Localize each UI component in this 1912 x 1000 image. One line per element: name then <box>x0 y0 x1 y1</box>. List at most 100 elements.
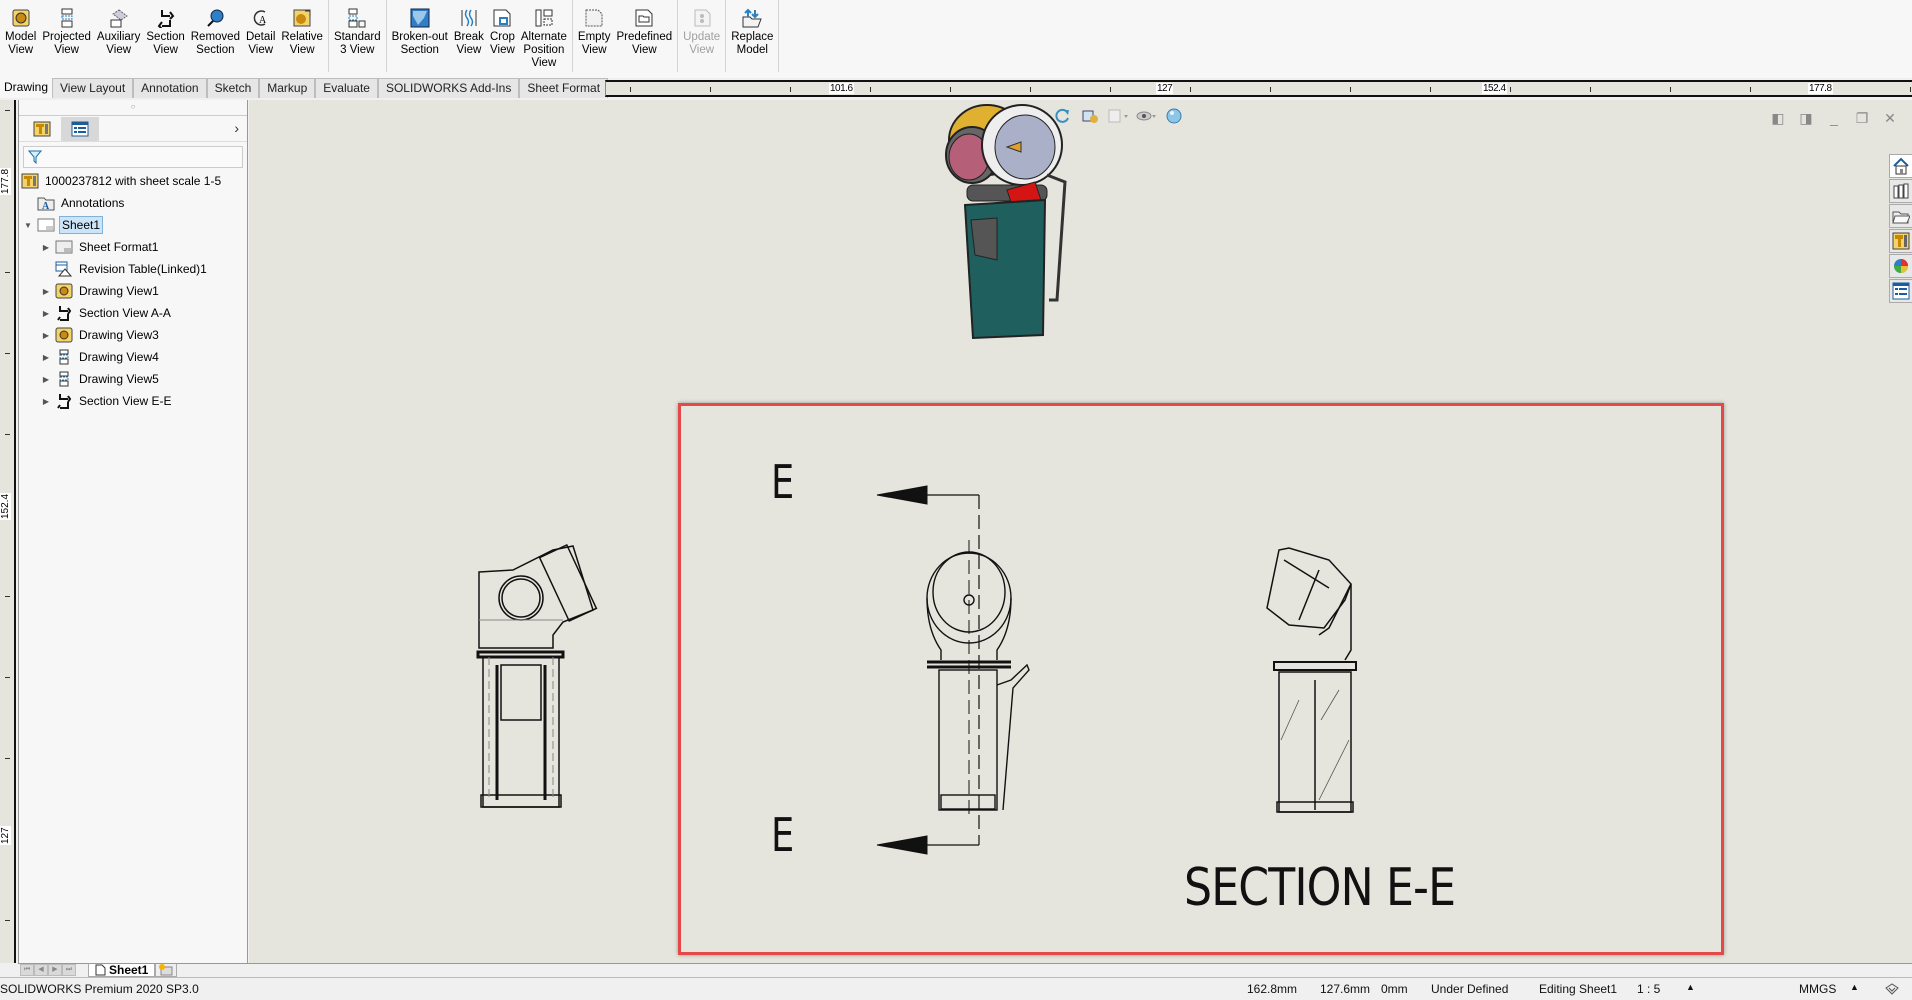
projected-view-button[interactable]: Projected View <box>39 0 94 72</box>
drawing-view-icon <box>55 326 73 344</box>
sheet-tab-bar: ⏮ ◀ ▶ ⏭ Sheet1 <box>18 962 1912 977</box>
drawing-canvas[interactable]: ◧ ◨ _ ❐ ✕ E E SECTION E-E <box>249 100 1912 963</box>
tree-item-drawing-view4[interactable]: ▶ Drawing View4 <box>19 346 247 368</box>
replace-model-button[interactable]: Replace Model <box>728 0 776 72</box>
folder-icon <box>1892 211 1910 224</box>
predefined-view-button[interactable]: Predefined View <box>614 0 676 72</box>
minimize-icon[interactable]: _ <box>1826 110 1842 126</box>
file-explorer-tab[interactable] <box>1889 204 1912 228</box>
standard-3-view-button[interactable]: Standard 3 View <box>331 0 384 72</box>
units-up-arrow-icon[interactable]: ▲ <box>1850 982 1859 992</box>
removed-section-button[interactable]: Removed Section <box>188 0 243 72</box>
expand-arrow-icon[interactable]: ▶ <box>41 397 51 406</box>
add-sheet-button[interactable] <box>155 963 178 977</box>
button-label-line: View <box>8 44 34 56</box>
expand-arrow-icon[interactable]: ▶ <box>41 353 51 362</box>
tab-view-layout[interactable]: View Layout <box>52 78 134 98</box>
solidworks-window: Model View Projected View Auxiliary View Secti… <box>0 0 1912 1000</box>
rebuild-status-icon[interactable] <box>1884 982 1900 999</box>
previous-sheet-button[interactable]: ◀ <box>34 964 48 976</box>
first-sheet-button[interactable]: ⏮ <box>20 964 34 976</box>
tree-root-drawing[interactable]: 1000237812 with sheet scale 1-5 <box>19 170 247 192</box>
auxiliary-view-icon <box>109 8 129 28</box>
cursor-y: 127.6mm <box>1320 982 1371 996</box>
auxiliary-view-button[interactable]: Auxiliary View <box>94 0 143 72</box>
section-view-e-e[interactable] <box>1259 540 1389 820</box>
solidworks-resources-tab[interactable] <box>1889 154 1912 178</box>
panel-grip[interactable]: ○ <box>19 100 247 116</box>
sheet-tab-sheet1[interactable]: Sheet1 <box>88 962 156 977</box>
panel-expand-chevron-icon[interactable]: › <box>234 120 239 136</box>
button-label-line: Break <box>453 31 484 43</box>
tree-item-revision-table-linked-1[interactable]: Revision Table(Linked)1 <box>19 258 247 280</box>
next-sheet-button[interactable]: ▶ <box>48 964 62 976</box>
ruler-label: 152.4 <box>0 492 11 520</box>
tree-item-drawing-view3[interactable]: ▶ Drawing View3 <box>19 324 247 346</box>
ruler-tick <box>1030 87 1031 92</box>
drawing-view-side[interactable] <box>473 540 603 820</box>
ruler-label: 127 <box>0 826 11 845</box>
sheet-tab-label: Sheet1 <box>109 962 149 977</box>
previous-document-icon[interactable]: ◧ <box>1770 110 1786 126</box>
tab-annotation[interactable]: Annotation <box>133 78 207 98</box>
unit-system[interactable]: MMGS <box>1799 982 1836 996</box>
drawing-view-front[interactable] <box>919 540 1059 820</box>
relative-view-button[interactable]: Relative View <box>278 0 326 72</box>
feature-manager-tab[interactable] <box>23 117 61 141</box>
tab-evaluate[interactable]: Evaluate <box>315 78 378 98</box>
document-window-controls: ◧ ◨ _ ❐ ✕ <box>1770 110 1898 127</box>
tree-item-annotations[interactable]: A Annotations <box>19 192 247 214</box>
next-document-icon[interactable]: ◨ <box>1798 110 1814 126</box>
tree-item-sheet-format1[interactable]: ▶ Sheet Format1 <box>19 236 247 258</box>
tab-markup[interactable]: Markup <box>259 78 316 98</box>
library-books-icon <box>1893 183 1909 199</box>
ribbon-group: Broken-out Section Break View Crop View Altern… <box>387 0 573 72</box>
tree-item-drawing-view5[interactable]: ▶ Drawing View5 <box>19 368 247 390</box>
sheet-scale[interactable]: 1 : 5 <box>1637 982 1660 996</box>
collapse-arrow-icon[interactable]: ▼ <box>23 221 33 230</box>
detail-view-button[interactable]: A Detail View <box>243 0 278 72</box>
tree-filter[interactable] <box>23 146 243 168</box>
design-library-tab[interactable] <box>1889 179 1912 203</box>
view-palette-tab[interactable] <box>1889 229 1912 253</box>
broken-out-section-button[interactable]: Broken-out Section <box>389 0 451 72</box>
update-view-button[interactable]: Update View <box>680 0 723 72</box>
last-sheet-button[interactable]: ⏭ <box>62 964 76 976</box>
drawing-view-isometric-model[interactable] <box>937 100 1087 340</box>
expand-arrow-icon[interactable]: ▶ <box>41 287 51 296</box>
ribbon-group: Standard 3 View <box>329 0 387 72</box>
ruler-tick <box>1190 87 1191 92</box>
broken-out-section-icon <box>410 8 430 28</box>
empty-view-button[interactable]: Empty View <box>575 0 614 72</box>
display-style-icon[interactable] <box>1107 105 1129 127</box>
appearances-tab[interactable] <box>1889 254 1912 278</box>
break-view-button[interactable]: Break View <box>451 0 487 72</box>
tree-item-section-view-e-e[interactable]: ▶ Section View E-E <box>19 390 247 412</box>
tab-sketch[interactable]: Sketch <box>206 78 260 98</box>
tree-item-sheet1[interactable]: ▼ Sheet1 <box>19 214 247 236</box>
custom-properties-tab[interactable] <box>1889 279 1912 303</box>
expand-arrow-icon[interactable]: ▶ <box>41 309 51 318</box>
ruler-tick <box>5 353 10 354</box>
view-setting-sphere-icon[interactable] <box>1163 105 1185 127</box>
expand-arrow-icon[interactable]: ▶ <box>41 375 51 384</box>
alternate-position-view-button[interactable]: Alternate Position View <box>518 0 570 72</box>
expand-arrow-icon[interactable]: ▶ <box>41 331 51 340</box>
crop-view-button[interactable]: Crop View <box>487 0 518 72</box>
command-manager-ribbon: Model View Projected View Auxiliary View Secti… <box>0 0 1912 78</box>
expand-arrow-icon[interactable]: ▶ <box>41 243 51 252</box>
tree-item-drawing-view1[interactable]: ▶ Drawing View1 <box>19 280 247 302</box>
sheet-icon <box>95 964 106 975</box>
tree-item-section-view-a-a[interactable]: ▶ Section View A-A <box>19 302 247 324</box>
section-view-button[interactable]: Section View <box>143 0 187 72</box>
property-manager-tab[interactable] <box>61 116 99 141</box>
tab-sheet-format[interactable]: Sheet Format <box>519 78 609 98</box>
restore-icon[interactable]: ❐ <box>1854 110 1870 126</box>
annotations-folder-icon: A <box>37 194 55 212</box>
close-icon[interactable]: ✕ <box>1882 110 1898 126</box>
tab-solidworks-add-ins[interactable]: SOLIDWORKS Add-Ins <box>377 78 520 98</box>
scale-up-arrow-icon[interactable]: ▲ <box>1686 982 1695 992</box>
model-view-button[interactable]: Model View <box>2 0 39 72</box>
tab-drawing[interactable]: Drawing <box>0 78 53 98</box>
hide-show-items-icon[interactable] <box>1135 105 1157 127</box>
